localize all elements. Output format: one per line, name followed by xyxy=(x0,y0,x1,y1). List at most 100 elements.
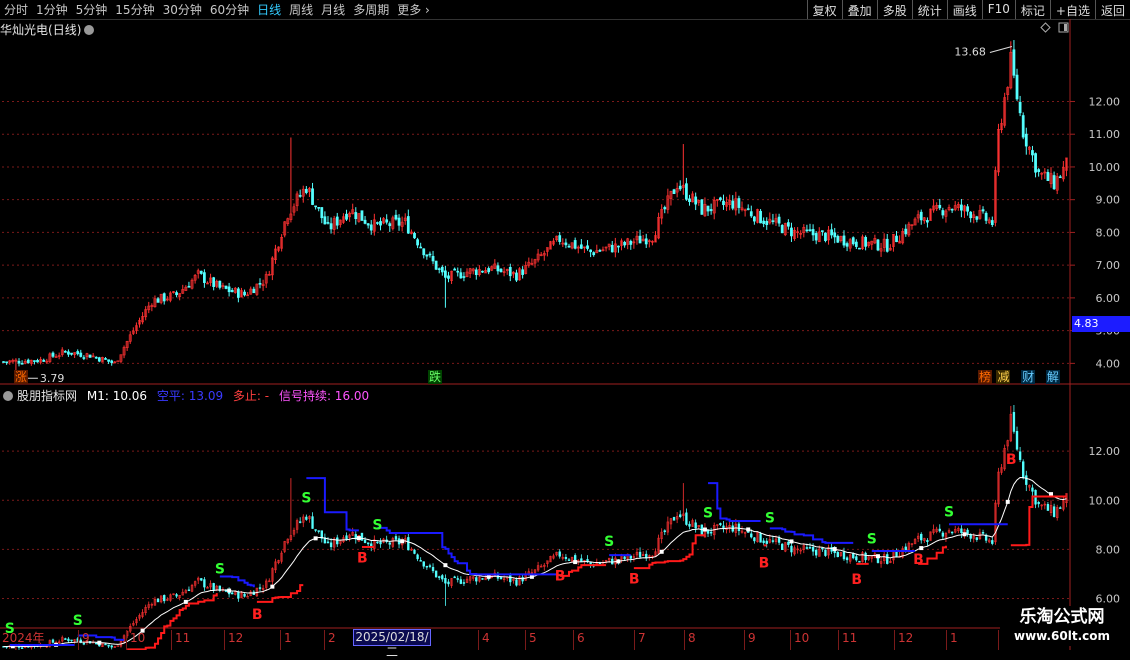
event-marker[interactable]: 跌 xyxy=(428,370,442,384)
sub-candle-body xyxy=(772,541,774,542)
indicator-menu-icon[interactable] xyxy=(3,391,13,401)
candle-body xyxy=(6,362,8,363)
candle-body xyxy=(1031,150,1033,155)
sub-candle-body xyxy=(781,544,783,550)
sub-candle-body xyxy=(448,582,450,584)
candle-body xyxy=(379,221,381,225)
duozhi-value: 多止: - xyxy=(233,389,269,403)
sub-candle-body xyxy=(244,594,246,596)
sub-candle-body xyxy=(111,646,113,647)
kline-chart[interactable]: 4.005.006.007.008.009.0010.0011.0012.006… xyxy=(0,0,1130,650)
candle-body xyxy=(89,355,91,358)
candle-body xyxy=(475,270,477,275)
sub-candle-body xyxy=(108,645,110,646)
m1-marker xyxy=(573,560,577,564)
candle-body xyxy=(389,224,391,226)
candle-body xyxy=(639,236,641,243)
candle-body xyxy=(951,209,953,210)
sub-candle-body xyxy=(315,529,317,530)
candle-body xyxy=(926,220,928,222)
m1-marker xyxy=(97,641,101,645)
candle-body xyxy=(188,286,190,287)
candle-body xyxy=(407,216,409,233)
duo-line xyxy=(634,535,705,568)
sub-candle-body xyxy=(976,538,978,540)
sub-candle-body xyxy=(766,541,768,544)
month-divider xyxy=(224,630,225,650)
candle-body xyxy=(318,207,320,208)
sub-candle-body xyxy=(991,540,993,543)
sub-candle-body xyxy=(843,552,845,559)
m1-marker xyxy=(184,600,188,604)
sub-candle-body xyxy=(417,555,419,559)
candle-body xyxy=(586,246,588,249)
kong-line xyxy=(770,528,853,543)
sub-candle-body xyxy=(1059,508,1061,509)
sub-candle-body xyxy=(1032,488,1034,491)
sub-candle-body xyxy=(231,593,233,594)
month-label: 12 xyxy=(898,631,913,645)
month-label: 9 xyxy=(748,631,756,645)
candle-body xyxy=(1022,115,1024,137)
candle-body xyxy=(447,276,449,279)
sub-candle-body xyxy=(509,576,511,582)
candle-body xyxy=(95,357,97,358)
sub-candle-body xyxy=(939,529,941,531)
candle-body xyxy=(83,358,85,359)
sub-candle-body xyxy=(163,595,165,601)
sub-candle-body xyxy=(806,547,808,548)
sub-candle-body xyxy=(380,541,382,544)
candle-body xyxy=(865,237,867,246)
sub-candle-body xyxy=(831,547,833,551)
candle-body xyxy=(645,239,647,244)
candle-body xyxy=(441,267,443,272)
sub-candle-body xyxy=(117,646,119,647)
candle-body xyxy=(43,360,45,361)
candle-body xyxy=(311,189,313,205)
candle-body xyxy=(345,214,347,219)
candle-body xyxy=(707,206,709,211)
candle-body xyxy=(27,360,29,363)
sub-candle-body xyxy=(71,640,73,641)
sub-candle-body xyxy=(389,543,391,545)
sub-candle-body xyxy=(460,580,462,584)
candle-body xyxy=(98,358,100,362)
current-price-box: 4.83 xyxy=(1072,316,1130,332)
candle-body xyxy=(460,273,462,278)
s-signal: S xyxy=(703,506,713,522)
candle-body xyxy=(701,200,703,215)
sub-candle-body xyxy=(157,599,159,602)
candle-body xyxy=(253,289,255,293)
sub-candle-body xyxy=(426,566,428,567)
sub-candle-body xyxy=(630,556,632,558)
sub-candle-body xyxy=(951,532,953,533)
sub-candle-body xyxy=(1047,504,1049,510)
sub-candle-body xyxy=(395,536,397,539)
sub-candle-body xyxy=(926,540,928,541)
indicator-name: 股朋指标网 xyxy=(17,389,77,403)
candle-body xyxy=(664,207,666,209)
sub-candle-body xyxy=(719,523,721,524)
event-marker[interactable]: 解 xyxy=(1046,370,1060,384)
candle-body xyxy=(213,278,215,287)
candle-body xyxy=(413,233,415,238)
sub-candle-body xyxy=(441,575,443,579)
s-signal: S xyxy=(944,504,954,520)
candle-body xyxy=(432,256,434,261)
candle-body xyxy=(1034,154,1036,173)
event-marker[interactable]: 榜 xyxy=(978,370,992,384)
event-marker[interactable]: 减 xyxy=(996,370,1010,384)
event-marker[interactable]: 财 xyxy=(1021,370,1035,384)
event-marker[interactable]: 涨 xyxy=(14,370,28,384)
candle-body xyxy=(837,236,839,242)
candle-body xyxy=(991,220,993,224)
y-tick-label: 7.00 xyxy=(1096,259,1121,272)
sub-candle-body xyxy=(312,517,314,529)
sub-y-tick-label: 8.00 xyxy=(1096,543,1121,556)
candle-body xyxy=(157,299,159,303)
candle-body xyxy=(846,243,848,246)
cursor-date: 2025/02/18/二 xyxy=(353,629,431,646)
candle-body xyxy=(617,246,619,247)
sub-candle-body xyxy=(747,531,749,532)
sub-y-tick-label: 12.00 xyxy=(1089,445,1121,458)
